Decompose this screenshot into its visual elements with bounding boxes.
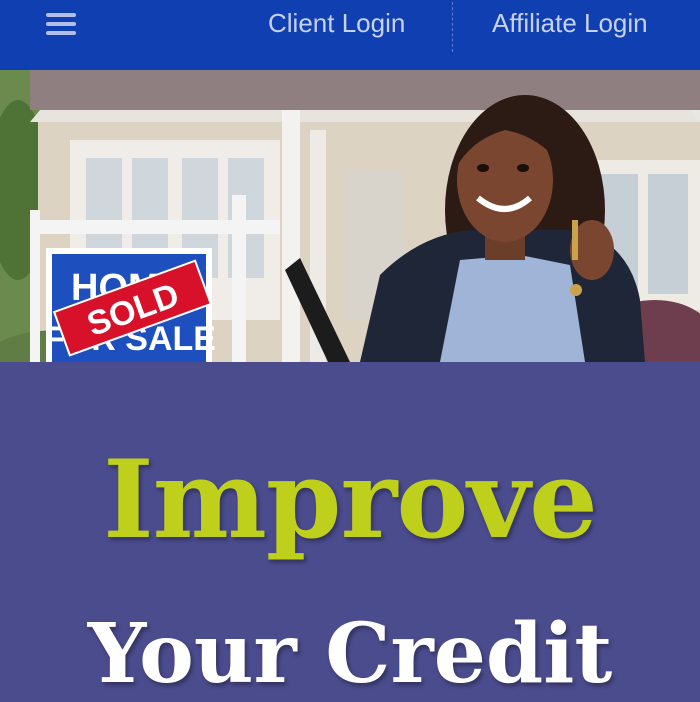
menu-bar-line: [46, 13, 76, 17]
hero-image: HOME FOR SALE SOLD: [0, 70, 700, 362]
nav-divider: [452, 2, 453, 52]
top-navigation-bar: Client Login Affiliate Login: [0, 0, 700, 70]
menu-bar-line: [46, 31, 76, 35]
for-sale-sign: HOME FOR SALE SOLD: [44, 248, 216, 362]
affiliate-login-link[interactable]: Affiliate Login: [492, 8, 648, 39]
headline-secondary: Your Credit: [87, 606, 613, 702]
client-login-link[interactable]: Client Login: [268, 8, 405, 39]
menu-bar-line: [46, 22, 76, 26]
hamburger-menu-icon[interactable]: [46, 12, 76, 38]
headline-primary: Improve: [103, 437, 598, 563]
